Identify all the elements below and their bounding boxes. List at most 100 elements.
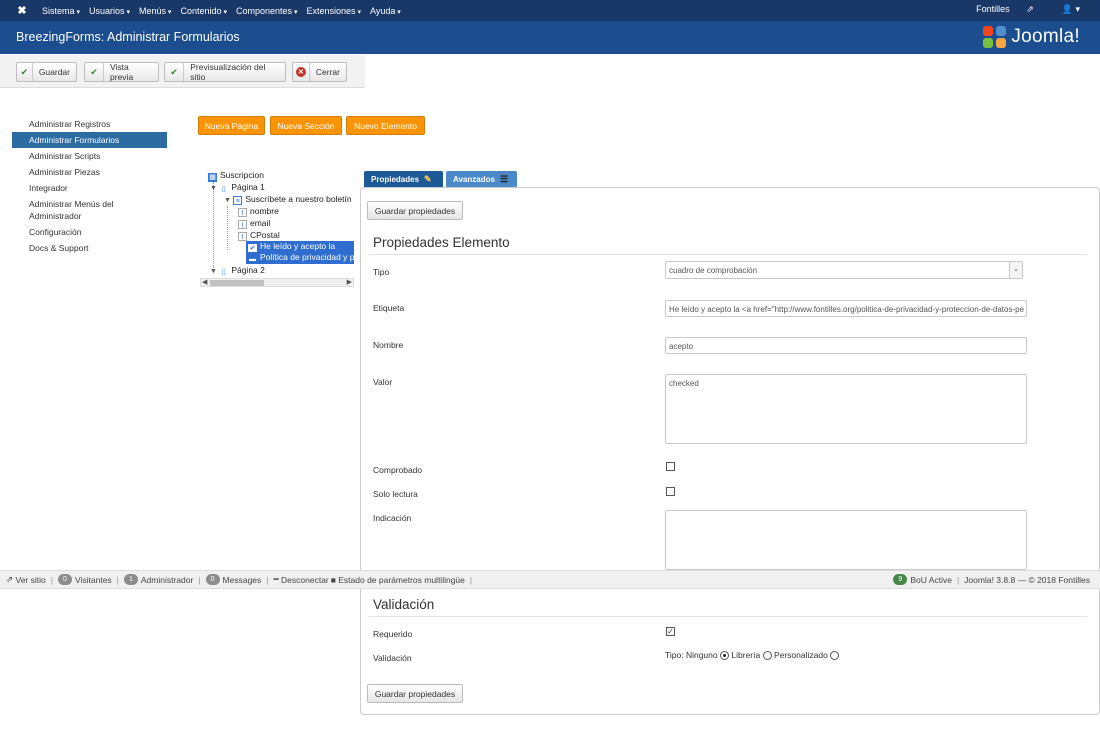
value-label: Valor bbox=[373, 377, 393, 387]
tab-properties[interactable]: Propiedades ✎ bbox=[364, 171, 443, 187]
properties-panel: Guardar propiedades Propiedades Elemento… bbox=[360, 187, 1100, 715]
sidebar-item-docs[interactable]: Docs & Support bbox=[12, 240, 167, 256]
user-menu[interactable]: 👤 ▾ bbox=[1048, 4, 1080, 15]
label-label: Etiqueta bbox=[373, 303, 405, 313]
bou-icon: 9 bbox=[893, 574, 908, 585]
sidebar-item-configuration[interactable]: Configuración bbox=[12, 224, 167, 240]
validation-option-custom: Personalizado bbox=[773, 650, 828, 660]
type-select[interactable]: cuadro de comprobación ⌄ bbox=[665, 261, 1023, 279]
visitors-status[interactable]: 0 Visitantes bbox=[57, 574, 112, 585]
tree-root[interactable]: ▦ Suscripcion bbox=[208, 170, 264, 182]
tab-advanced[interactable]: Avanzados ☰ bbox=[446, 171, 517, 187]
messages-badge: 0 bbox=[205, 574, 220, 585]
tree-field-nombre[interactable]: Inombre bbox=[238, 206, 279, 217]
sidebar-item-pieces[interactable]: Administrar Piezas bbox=[12, 164, 167, 180]
name-input[interactable]: acepto bbox=[665, 337, 1027, 354]
sidebar-item-admin-menus[interactable]: Administrar Menús del Administrador bbox=[12, 196, 167, 224]
menu-usuarios[interactable]: Usuarios bbox=[89, 6, 130, 16]
tree-horizontal-scrollbar[interactable]: ◀ ▶ bbox=[200, 278, 354, 287]
site-name: Fontilles bbox=[976, 4, 1010, 14]
close-button[interactable]: ✕ Cerrar bbox=[292, 62, 347, 82]
admins-status[interactable]: 1 Administrador bbox=[123, 574, 193, 585]
view-site-link[interactable]: ⇗ Ver sitio bbox=[6, 574, 46, 585]
scrollbar-thumb[interactable] bbox=[210, 280, 264, 286]
navbar-right: Fontilles ⇗ 👤 ▾ bbox=[948, 4, 1080, 15]
version-info: Joomla! 3.8.8 — © 2018 Fontilles bbox=[964, 574, 1090, 585]
sidebar-item-forms[interactable]: Administrar Formularios bbox=[12, 132, 167, 148]
list-icon: ☰ bbox=[499, 173, 509, 184]
admins-badge: 1 bbox=[123, 574, 138, 585]
save-properties-button[interactable]: Guardar propiedades bbox=[367, 201, 463, 220]
form-icon: ▦ bbox=[208, 173, 217, 182]
checked-label: Comprobado bbox=[373, 465, 423, 475]
menu-sistema[interactable]: Sistema bbox=[42, 6, 80, 16]
new-page-button[interactable]: Nueva Página bbox=[198, 116, 265, 135]
form-tree: ▦ Suscripcion ▼ ▯ Página 1 ▼ ≡ Suscríbete a… bbox=[200, 170, 355, 288]
separator: | bbox=[198, 574, 201, 585]
page-icon: ▯ bbox=[221, 186, 226, 193]
sidebar-item-scripts[interactable]: Administrar Scripts bbox=[12, 148, 167, 164]
separator: | bbox=[469, 574, 473, 585]
menu-ayuda[interactable]: Ayuda bbox=[370, 6, 401, 16]
validation-label: Validación bbox=[373, 653, 412, 663]
sidebar-item-records[interactable]: Administrar Registros bbox=[12, 116, 167, 132]
readonly-checkbox[interactable] bbox=[666, 487, 675, 496]
name-label: Nombre bbox=[373, 340, 404, 350]
tree-section[interactable]: ▼ ≡ Suscríbete a nuestro boletín bbox=[224, 194, 352, 206]
menu-extensiones[interactable]: Extensiones bbox=[306, 6, 361, 16]
save-button[interactable]: ✔ Guardar bbox=[16, 62, 77, 82]
textfield-icon: I bbox=[238, 220, 247, 229]
new-section-button[interactable]: Nueva Sección bbox=[270, 116, 342, 135]
separator: | bbox=[956, 574, 960, 585]
scroll-left-icon[interactable]: ◀ bbox=[202, 278, 207, 286]
validation-option-library: Librería bbox=[731, 650, 761, 660]
site-link[interactable]: Fontilles ⇗ bbox=[962, 4, 1034, 15]
preview-button[interactable]: ✔ Vista previa bbox=[84, 62, 159, 82]
top-navbar: ✖ Sistema Usuarios Menús Contenido Compo… bbox=[0, 0, 1100, 21]
joomla-logo-text: Joomla! bbox=[1011, 26, 1080, 47]
multilang-status[interactable]: ■ Estado de parámetros multilingüe bbox=[331, 575, 465, 585]
checked-checkbox[interactable] bbox=[666, 462, 675, 471]
validation-radio-custom[interactable] bbox=[830, 651, 840, 660]
joomla-logo: Joomla! bbox=[983, 26, 1080, 48]
messages-status[interactable]: 0 Messages bbox=[205, 574, 261, 585]
new-element-button[interactable]: Nuevo Elemento bbox=[346, 116, 425, 135]
tree-page-2[interactable]: ▼ ▯ Página 2 bbox=[210, 265, 265, 277]
check-icon: ✔ bbox=[17, 63, 33, 81]
tree-field-email[interactable]: Iemail bbox=[238, 218, 270, 229]
validation-radio-none[interactable] bbox=[719, 651, 729, 660]
validation-type-prefix: Tipo: Ninguno bbox=[665, 650, 718, 660]
menu-contenido[interactable]: Contenido bbox=[180, 6, 227, 16]
joomla-menu-icon[interactable]: ✖ bbox=[14, 4, 30, 17]
collapse-icon[interactable]: ▼ bbox=[210, 185, 217, 192]
save-properties-bottom-button[interactable]: Guardar propiedades bbox=[367, 684, 463, 703]
collapse-icon[interactable]: ▼ bbox=[224, 197, 231, 204]
separator: | bbox=[266, 574, 269, 585]
tree-field-cpostal[interactable]: I CPostal bbox=[238, 230, 280, 241]
value-textarea[interactable]: checked bbox=[665, 374, 1027, 444]
divider bbox=[369, 616, 1087, 617]
collapse-icon[interactable]: ▼ bbox=[210, 268, 217, 275]
folder-icon: ▬ bbox=[249, 256, 256, 263]
menu-menus[interactable]: Menús bbox=[139, 6, 171, 16]
scroll-right-icon[interactable]: ▶ bbox=[347, 278, 352, 286]
menu-componentes[interactable]: Componentes bbox=[236, 6, 298, 16]
separator: | bbox=[116, 574, 119, 585]
bou-status[interactable]: 9 BoU Active bbox=[893, 574, 952, 585]
validation-radio-library[interactable] bbox=[762, 651, 772, 660]
section-icon: ≡ bbox=[233, 196, 243, 205]
tree-field-privacy[interactable]: ▬ Política de privacidad y p bbox=[246, 252, 354, 264]
status-bar: ⇗ Ver sitio | 0 Visitantes | 1 Administrad… bbox=[0, 570, 1100, 589]
toolbar: ✔ Guardar ✔ Vista previa ✔ Previsualizac… bbox=[0, 55, 365, 88]
site-preview-button[interactable]: ✔ Previsualización del sitio bbox=[164, 62, 286, 82]
page-title: BreezingForms: Administrar Formularios bbox=[16, 30, 240, 44]
close-icon: ✕ bbox=[293, 63, 310, 81]
label-input[interactable]: He leído y acepto la <a href="http://www… bbox=[665, 300, 1027, 317]
logout-link[interactable]: ━ Desconectar bbox=[274, 574, 329, 585]
external-link-icon: ⇗ bbox=[6, 574, 14, 584]
required-checkbox[interactable]: ✓ bbox=[666, 627, 675, 636]
hint-textarea[interactable] bbox=[665, 510, 1027, 570]
tree-page-1[interactable]: ▼ ▯ Página 1 bbox=[210, 182, 265, 194]
readonly-label: Solo lectura bbox=[373, 489, 418, 499]
sidebar-item-integrator[interactable]: Integrador bbox=[12, 180, 167, 196]
